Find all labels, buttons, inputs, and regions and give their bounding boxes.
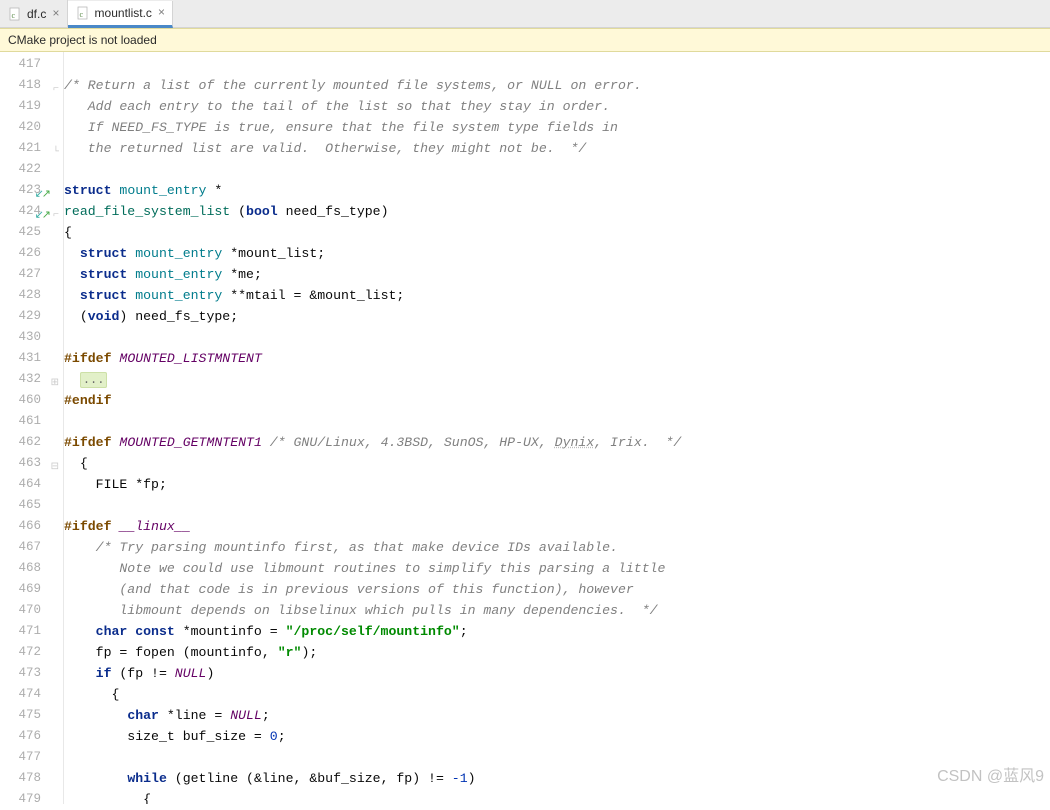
- line-number: 465: [0, 495, 63, 516]
- line-number: 430: [0, 327, 63, 348]
- code-line: struct mount_entry *mount_list;: [64, 243, 1050, 264]
- line-number: 427: [0, 264, 63, 285]
- tab-mountlist[interactable]: c mountlist.c ×: [68, 1, 174, 28]
- line-number: 466: [0, 516, 63, 537]
- line-number: 463⊟: [0, 453, 63, 474]
- line-number: 475: [0, 705, 63, 726]
- code-line: #ifdef MOUNTED_LISTMNTENT: [64, 348, 1050, 369]
- line-number: 421└: [0, 138, 63, 159]
- tab-label: mountlist.c: [95, 6, 152, 20]
- line-number: 474: [0, 684, 63, 705]
- line-number: 429: [0, 306, 63, 327]
- code-line: (void) need_fs_type;: [64, 306, 1050, 327]
- code-line: /* Try parsing mountinfo first, as that …: [64, 537, 1050, 558]
- svg-text:c: c: [12, 11, 16, 20]
- fold-placeholder[interactable]: ...: [80, 372, 108, 388]
- line-number: 426: [0, 243, 63, 264]
- line-number: 431: [0, 348, 63, 369]
- code-line: {: [64, 453, 1050, 474]
- tab-label: df.c: [27, 7, 46, 21]
- code-line: struct mount_entry *: [64, 180, 1050, 201]
- code-line: [64, 159, 1050, 180]
- notice-bar[interactable]: CMake project is not loaded: [0, 28, 1050, 52]
- close-icon[interactable]: ×: [50, 7, 59, 21]
- code-line: [64, 411, 1050, 432]
- line-number: 472: [0, 642, 63, 663]
- editor[interactable]: 417 418⌐ 419 420 421└ 422 423↙↗ 424↙↗⌐ 4…: [0, 52, 1050, 804]
- code-line: the returned list are valid. Otherwise, …: [64, 138, 1050, 159]
- notice-text: CMake project is not loaded: [8, 33, 157, 47]
- code-line: [64, 747, 1050, 768]
- line-number: 477: [0, 747, 63, 768]
- code-line: {: [64, 684, 1050, 705]
- line-number: 428: [0, 285, 63, 306]
- line-number: 418⌐: [0, 75, 63, 96]
- code-line: libmount depends on libselinux which pul…: [64, 600, 1050, 621]
- code-line: (and that code is in previous versions o…: [64, 579, 1050, 600]
- line-number: 422: [0, 159, 63, 180]
- code-line: if (fp != NULL): [64, 663, 1050, 684]
- line-number: 468: [0, 558, 63, 579]
- line-number: 417: [0, 54, 63, 75]
- line-number: 464: [0, 474, 63, 495]
- code-line: while (getline (&line, &buf_size, fp) !=…: [64, 768, 1050, 789]
- line-number: 419: [0, 96, 63, 117]
- code-line: struct mount_entry *me;: [64, 264, 1050, 285]
- line-number: 462: [0, 432, 63, 453]
- close-icon[interactable]: ×: [156, 6, 165, 20]
- line-number: 476: [0, 726, 63, 747]
- code-line: char const *mountinfo = "/proc/self/moun…: [64, 621, 1050, 642]
- code-line: fp = fopen (mountinfo, "r");: [64, 642, 1050, 663]
- line-number: 424↙↗⌐: [0, 201, 63, 222]
- tab-df[interactable]: c df.c ×: [0, 0, 68, 27]
- code-line: /* Return a list of the currently mounte…: [64, 75, 1050, 96]
- code-line: #ifdef __linux__: [64, 516, 1050, 537]
- line-number: 423↙↗: [0, 180, 63, 201]
- code-line: read_file_system_list (bool need_fs_type…: [64, 201, 1050, 222]
- line-number: 469: [0, 579, 63, 600]
- code-line: {: [64, 222, 1050, 243]
- line-number: 473: [0, 663, 63, 684]
- tab-bar: c df.c × c mountlist.c ×: [0, 0, 1050, 28]
- line-number: 432⊞: [0, 369, 63, 390]
- line-number: 479: [0, 789, 63, 810]
- code-line: If NEED_FS_TYPE is true, ensure that the…: [64, 117, 1050, 138]
- code-line: #ifdef MOUNTED_GETMNTENT1 /* GNU/Linux, …: [64, 432, 1050, 453]
- code-line: FILE *fp;: [64, 474, 1050, 495]
- code-line: char *line = NULL;: [64, 705, 1050, 726]
- c-file-icon: c: [77, 6, 91, 20]
- line-number: 425: [0, 222, 63, 243]
- gutter: 417 418⌐ 419 420 421└ 422 423↙↗ 424↙↗⌐ 4…: [0, 52, 64, 804]
- code-line: {: [64, 789, 1050, 804]
- code-line: Add each entry to the tail of the list s…: [64, 96, 1050, 117]
- code-area[interactable]: /* Return a list of the currently mounte…: [64, 52, 1050, 804]
- line-number: 471: [0, 621, 63, 642]
- code-line: size_t buf_size = 0;: [64, 726, 1050, 747]
- code-line: struct mount_entry **mtail = &mount_list…: [64, 285, 1050, 306]
- line-number: 470: [0, 600, 63, 621]
- svg-text:c: c: [79, 10, 83, 19]
- code-line: [64, 327, 1050, 348]
- code-line: [64, 54, 1050, 75]
- line-number: 460: [0, 390, 63, 411]
- code-line: ...: [64, 369, 1050, 390]
- line-number: 461: [0, 411, 63, 432]
- line-number: 478: [0, 768, 63, 789]
- line-number: 467: [0, 537, 63, 558]
- line-number: 420: [0, 117, 63, 138]
- c-file-icon: c: [9, 7, 23, 21]
- code-line: Note we could use libmount routines to s…: [64, 558, 1050, 579]
- code-line: #endif: [64, 390, 1050, 411]
- code-line: [64, 495, 1050, 516]
